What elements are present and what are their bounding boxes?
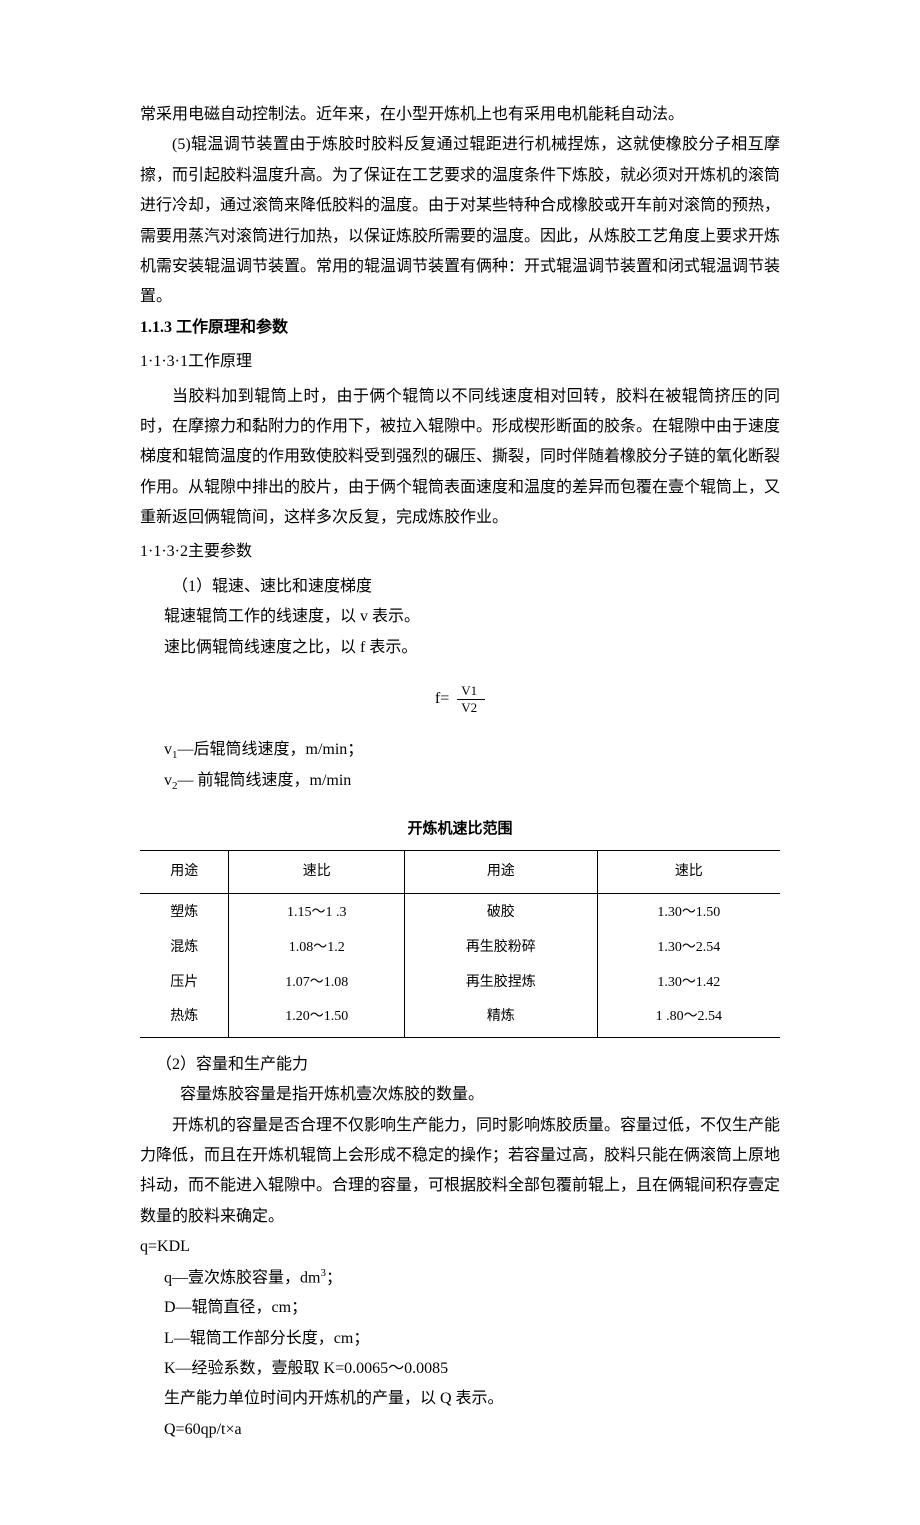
cell: 1.07～1.08 xyxy=(229,964,405,999)
th-ratio-1: 速比 xyxy=(229,850,405,894)
param-line-3: 速比俩辊筒线速度之比，以 f 表示。 xyxy=(140,633,780,663)
def-capacity: 生产能力单位时间内开炼机的产量，以 Q 表示。 xyxy=(140,1384,780,1414)
var-v1: v1—后辊筒线速度，m/min； xyxy=(140,735,780,766)
cell: 塑炼 xyxy=(140,894,229,929)
speed-ratio-table: 用途 速比 用途 速比 塑炼 1.15～1 .3 破胶 1.30～1.50 混炼… xyxy=(140,850,780,1038)
cell: 再生胶捏炼 xyxy=(405,964,598,999)
paragraph-principle: 当胶料加到辊筒上时，由于俩个辊筒以不同线速度相对回转，胶料在被辊筒挤压的同时，在… xyxy=(140,382,780,534)
def-K: K—经验系数，壹般取 K=0.0065～0.0085 xyxy=(140,1354,780,1384)
var-v2-sym: v xyxy=(164,772,172,789)
cell: 精炼 xyxy=(405,998,598,1037)
paragraph-continuation: 常采用电磁自动控制法。近年来，在小型开炼机上也有采用电机能耗自动法。 xyxy=(140,100,780,130)
def-q-text: q—壹次炼胶容量，dm xyxy=(164,1269,320,1286)
numerator: V1 xyxy=(457,683,485,700)
paragraph-5: (5)辊温调节装置由于炼胶时胶料反复通过辊距进行机械捏炼，这就使橡胶分子相互摩擦… xyxy=(140,130,780,312)
cell: 1.30～1.50 xyxy=(597,894,780,929)
var-v2-text: — 前辊筒线速度，m/min xyxy=(178,772,352,789)
heading-1-1-3-1: 1·1·3·1工作原理 xyxy=(140,347,780,377)
heading-1-1-3-2: 1·1·3·2主要参数 xyxy=(140,537,780,567)
param-line-2: 辊速辊筒工作的线速度，以 v 表示。 xyxy=(140,602,780,632)
capacity-def: 容量炼胶容量是指开炼机壹次炼胶的数量。 xyxy=(140,1080,780,1110)
cell: 再生胶粉碎 xyxy=(405,929,598,964)
equation-q: q=KDL xyxy=(140,1232,780,1262)
table-row: 热炼 1.20～1.50 精炼 1 .80～2.54 xyxy=(140,998,780,1037)
formula-label: f= xyxy=(435,690,449,707)
cell: 1.15～1 .3 xyxy=(229,894,405,929)
cell: 1.30～1.42 xyxy=(597,964,780,999)
th-use-1: 用途 xyxy=(140,850,229,894)
cell: 1.20～1.50 xyxy=(229,998,405,1037)
th-ratio-2: 速比 xyxy=(597,850,780,894)
table-row: 塑炼 1.15～1 .3 破胶 1.30～1.50 xyxy=(140,894,780,929)
var-v2: v2— 前辊筒线速度，m/min xyxy=(140,766,780,797)
fraction: V1 V2 xyxy=(457,683,485,715)
table-row: 压片 1.07～1.08 再生胶捏炼 1.30～1.42 xyxy=(140,964,780,999)
cell: 1 .80～2.54 xyxy=(597,998,780,1037)
cell: 热炼 xyxy=(140,998,229,1037)
cell: 1.30～2.54 xyxy=(597,929,780,964)
cell: 破胶 xyxy=(405,894,598,929)
th-use-2: 用途 xyxy=(405,850,598,894)
def-q-end: ； xyxy=(326,1269,342,1286)
def-q: q—壹次炼胶容量，dm3； xyxy=(140,1263,780,1294)
capacity-heading: （2）容量和生产能力 xyxy=(140,1050,780,1080)
def-D: D—辊筒直径，cm； xyxy=(140,1293,780,1323)
cell: 压片 xyxy=(140,964,229,999)
var-v1-text: —后辊筒线速度，m/min； xyxy=(178,741,364,758)
table-header-row: 用途 速比 用途 速比 xyxy=(140,850,780,894)
equation-Q: Q=60qp/t×a xyxy=(140,1415,780,1445)
cell: 混炼 xyxy=(140,929,229,964)
denominator: V2 xyxy=(457,700,485,716)
var-v1-sym: v xyxy=(164,741,172,758)
table-title: 开炼机速比范围 xyxy=(140,815,780,844)
table-row: 混炼 1.08～1.2 再生胶粉碎 1.30～2.54 xyxy=(140,929,780,964)
formula-f: f= V1 V2 xyxy=(140,683,780,715)
cell: 1.08～1.2 xyxy=(229,929,405,964)
def-L: L—辊筒工作部分长度，cm； xyxy=(140,1324,780,1354)
heading-1-1-3: 1.1.3 工作原理和参数 xyxy=(140,313,780,343)
capacity-para: 开炼机的容量是否合理不仅影响生产能力，同时影响炼胶质量。容量过低，不仅生产能力降… xyxy=(140,1111,780,1233)
param-line-1: （1）辊速、速比和速度梯度 xyxy=(140,572,780,602)
